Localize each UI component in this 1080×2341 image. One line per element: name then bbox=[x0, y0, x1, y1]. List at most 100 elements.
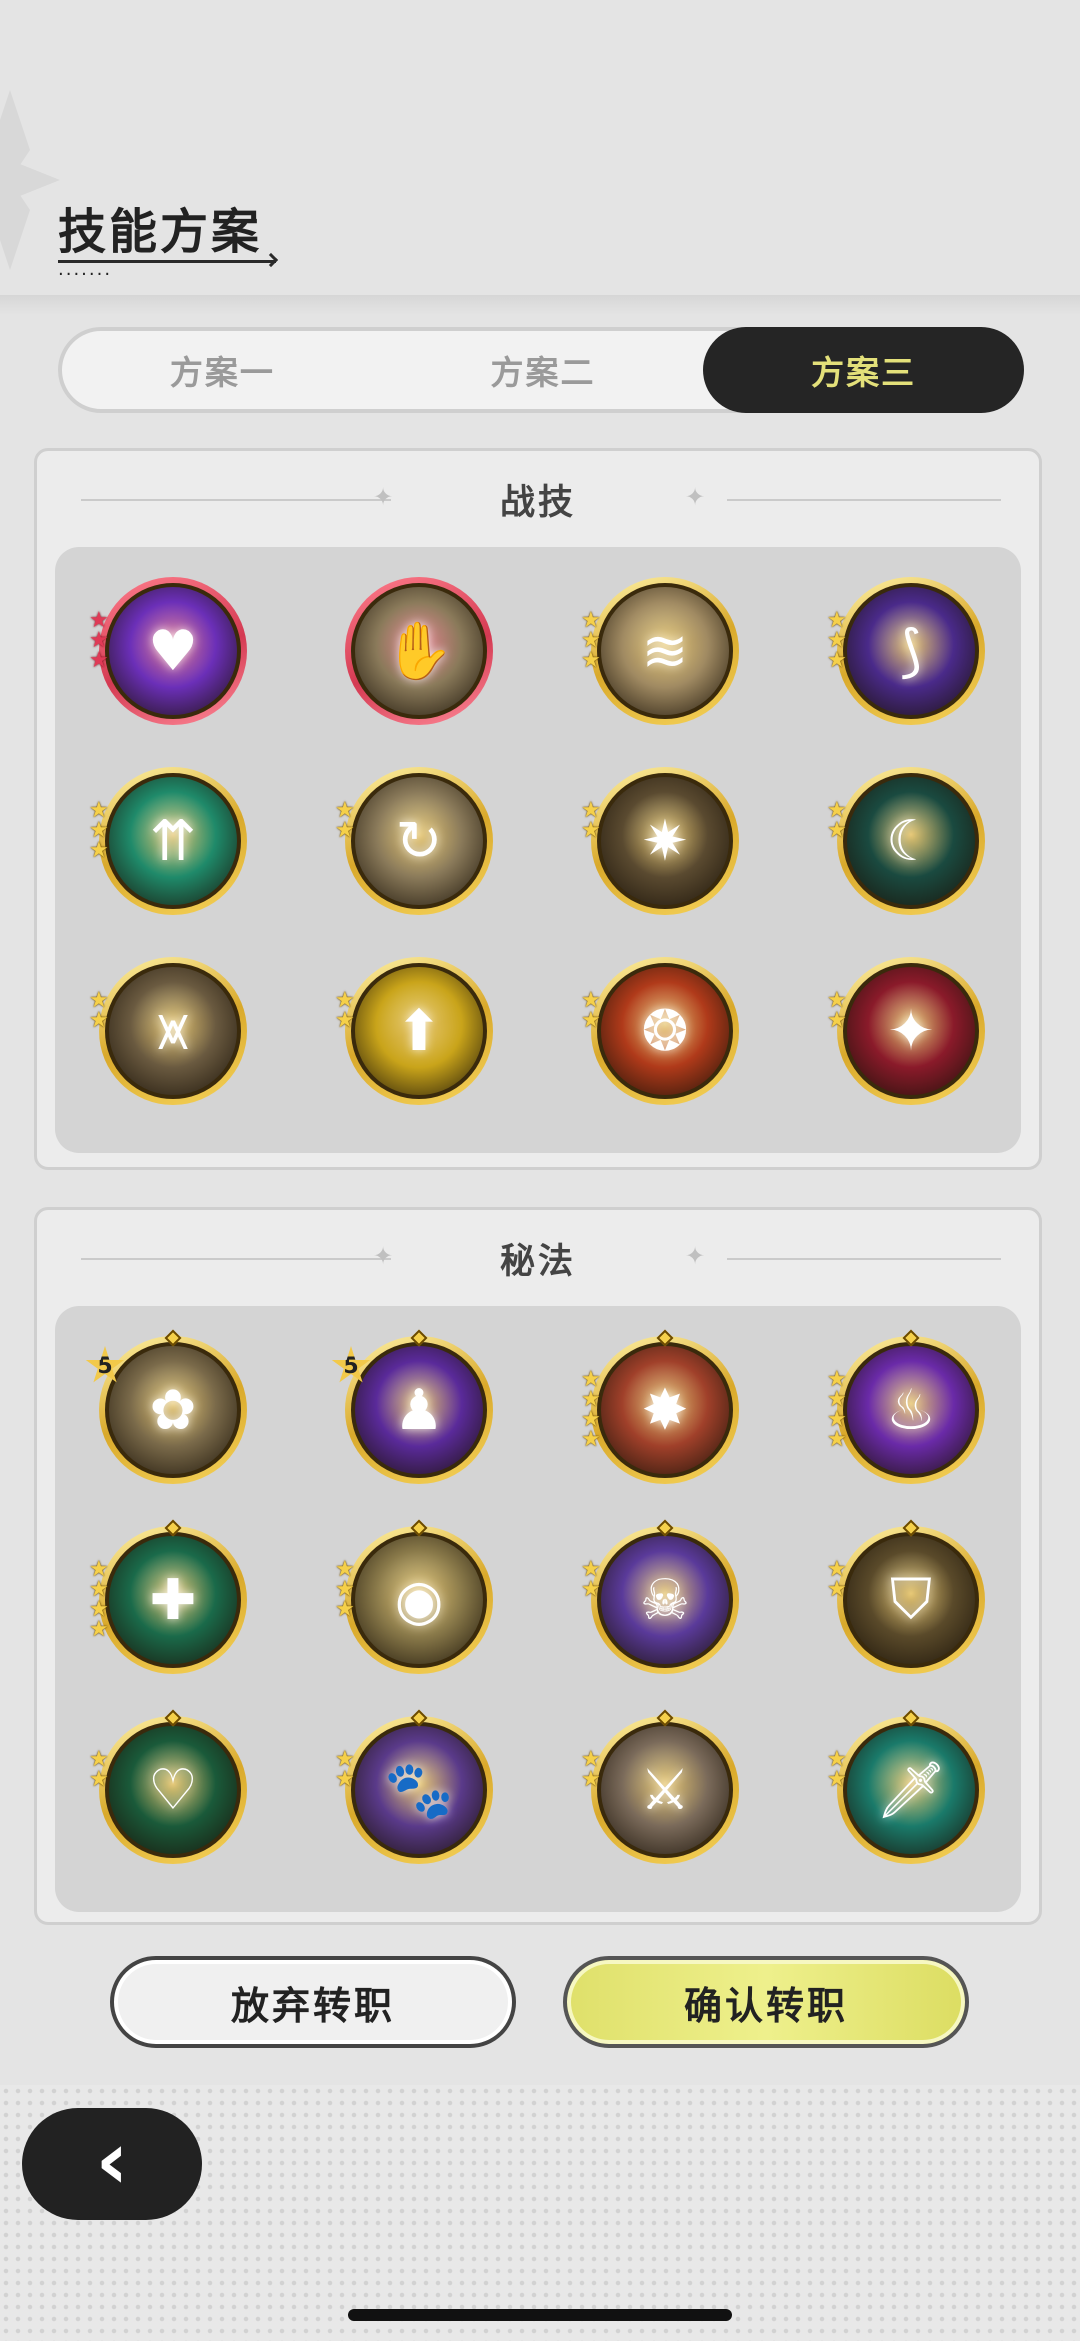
skill-art: ♡ bbox=[105, 1722, 241, 1858]
secret-skill-slot[interactable]: ♡ ★ ★ bbox=[89, 1709, 247, 1864]
skill-frame: ↻ bbox=[345, 767, 493, 915]
skill-star-rating: ★ ★ ★ bbox=[89, 610, 111, 673]
secret-skill-slot[interactable]: ♨ ★ ★ ★ ★ bbox=[827, 1329, 985, 1484]
purple-skull-icon: ☠ bbox=[639, 1567, 691, 1633]
skill-art: 🐾 bbox=[351, 1722, 487, 1858]
divider-line bbox=[727, 499, 1001, 501]
star-icon: ★ bbox=[827, 1577, 847, 1602]
sparkle-icon: ✦ bbox=[373, 483, 394, 511]
skill-art: ☠ bbox=[597, 1532, 733, 1668]
star-icon: ★ bbox=[827, 818, 847, 843]
skill-star-rating: ★ ★ bbox=[827, 800, 849, 843]
combat-skill-slot[interactable]: ⩙ ★ ★ bbox=[89, 957, 247, 1105]
skill-art: ⚔ bbox=[597, 1722, 733, 1858]
light-explosion-icon: ✷ bbox=[641, 808, 689, 874]
combat-skill-slot[interactable]: ✦ ★ ★ bbox=[827, 957, 985, 1105]
skill-frame: ⟆ bbox=[837, 577, 985, 725]
secret-skill-slot[interactable]: ◉ ★ ★ ★ bbox=[335, 1519, 493, 1674]
skill-art: 🗡 bbox=[843, 1722, 979, 1858]
secret-skill-slot[interactable]: ⚔ ★ ★ bbox=[581, 1709, 739, 1864]
purple-aura-figure-icon: ♟ bbox=[393, 1377, 445, 1443]
rage-figure-icon: ✦ bbox=[887, 998, 935, 1064]
combat-skill-slot[interactable]: ⬆ ★ ★ bbox=[335, 957, 493, 1105]
silver-leaf-icon: ✿ bbox=[149, 1377, 197, 1443]
green-arrows-up-icon: ⇈ bbox=[149, 808, 197, 874]
secret-skill-slot[interactable]: 🗡 ★ ★ bbox=[827, 1709, 985, 1864]
skill-star-rating: ★ ★ ★ ★ bbox=[581, 1369, 603, 1452]
combat-skill-slot[interactable]: ✋ bbox=[345, 577, 493, 725]
confirm-class-change-button[interactable]: 确认转职 bbox=[563, 1956, 969, 2048]
secret-skill-slot[interactable]: ✚ ★ ★ ★ ★ bbox=[89, 1519, 247, 1674]
combat-title: 战技 bbox=[499, 482, 576, 523]
skill-star-rating: ★ ★ bbox=[335, 800, 357, 843]
skill-frame: ≋ bbox=[591, 577, 739, 725]
skill-frame: ✚ bbox=[99, 1526, 247, 1674]
skill-art: ⟆ bbox=[843, 583, 979, 719]
combat-skill-slot[interactable]: ❂ ★ ★ bbox=[581, 957, 739, 1105]
skill-art: ♨ bbox=[843, 1342, 979, 1478]
skill-art: ≋ bbox=[597, 583, 733, 719]
secret-skill-slot[interactable]: ✸ ★ ★ ★ ★ bbox=[581, 1329, 739, 1484]
green-slash-icon: ☾ bbox=[885, 808, 937, 874]
combat-skill-slot[interactable]: ✷ ★ ★ bbox=[581, 767, 739, 915]
abandon-class-change-button[interactable]: 放弃转职 bbox=[110, 1956, 516, 2048]
secret-skill-slot[interactable]: ♟ 5 bbox=[331, 1329, 493, 1484]
star-icon: ★ bbox=[89, 1767, 109, 1792]
secret-skill-slot[interactable]: ✿ 5 bbox=[85, 1329, 247, 1484]
secret-skills-panel: ✦ 秘法 ✦ ✿ 5 ♟ 5 ✸ ★ ★ ★ ★ ♨ ★ ★ ★ ★ ✚ ★ ★ ★ ★ ◉ ★ ★ ★ ☠ ★ ★ ⛉ ★ ★ ♡ ★ ★ 🐾… bbox=[34, 1207, 1042, 1925]
secret-skill-slot[interactable]: 🐾 ★ ★ bbox=[335, 1709, 493, 1864]
divider-line bbox=[81, 499, 391, 501]
sparkle-icon: ✦ bbox=[685, 483, 706, 511]
green-sword-icon: 🗡 bbox=[875, 1758, 947, 1823]
combat-skill-slot[interactable]: ⇈ ★ ★ ★ bbox=[89, 767, 247, 915]
skill-star-rating: ★ ★ bbox=[335, 1749, 357, 1791]
back-button[interactable]: ‹ bbox=[22, 2108, 202, 2220]
star-icon: ★ bbox=[89, 648, 109, 673]
star-icon: ★ bbox=[335, 818, 355, 843]
skill-star-rating: ★ ★ bbox=[581, 990, 603, 1033]
skill-art: ❂ bbox=[597, 963, 733, 1099]
purple-beast-icon: 🐾 bbox=[384, 1758, 454, 1823]
star-icon: ★ bbox=[581, 818, 601, 843]
tab-plan-2[interactable]: 方案二 bbox=[383, 331, 704, 409]
tab-plan-1[interactable]: 方案一 bbox=[62, 331, 383, 409]
secret-skill-slot[interactable]: ⛉ ★ ★ bbox=[827, 1519, 985, 1674]
skill-star-rating: ★ ★ bbox=[89, 990, 111, 1032]
star-icon: ★ bbox=[827, 1427, 847, 1452]
skill-art: ✷ bbox=[597, 773, 733, 909]
skill-art: ✦ bbox=[843, 963, 979, 1099]
star-icon: ★ bbox=[89, 838, 109, 863]
combat-skill-slot[interactable]: ♥ ★ ★ ★ bbox=[89, 577, 247, 725]
wind-swirl-icon: ≋ bbox=[641, 618, 689, 684]
skill-star-rating: ★ ★ bbox=[581, 1749, 603, 1791]
green-heart-plus-icon: ♡ bbox=[147, 1757, 199, 1823]
title-underline bbox=[58, 260, 276, 263]
divider-line bbox=[727, 1258, 1001, 1260]
skill-frame: ⩙ bbox=[99, 957, 247, 1105]
skill-star-rating: ★ ★ bbox=[335, 990, 357, 1032]
panel-header: ✦ 战技 ✦ bbox=[37, 451, 1039, 547]
combat-skill-slot[interactable]: ⟆ ★ ★ ★ bbox=[827, 577, 985, 725]
skill-art: ☾ bbox=[843, 773, 979, 909]
skill-art: ✚ bbox=[105, 1532, 241, 1668]
purple-heart-burst-icon: ♥ bbox=[147, 618, 199, 684]
skill-frame: ♨ bbox=[837, 1336, 985, 1484]
star-icon: ★ bbox=[581, 1008, 601, 1033]
skill-frame: ⛉ bbox=[837, 1526, 985, 1674]
purple-fire-icon: ♨ bbox=[885, 1377, 937, 1443]
combat-skill-slot[interactable]: ☾ ★ ★ bbox=[827, 767, 985, 915]
tab-plan-3[interactable]: 方案三 bbox=[703, 327, 1025, 413]
star-icon: ★ bbox=[581, 648, 601, 673]
secret-skill-slot[interactable]: ☠ ★ ★ bbox=[581, 1519, 739, 1674]
skill-star-rating: ★ ★ bbox=[581, 1559, 603, 1601]
page-header: 技能方案 ······· bbox=[58, 192, 279, 284]
star-icon: ★ bbox=[581, 1427, 601, 1452]
green-heal-plus-icon: ✚ bbox=[149, 1567, 197, 1633]
skill-art: ✿ bbox=[105, 1342, 241, 1478]
combat-skill-slot[interactable]: ≋ ★ ★ ★ bbox=[581, 577, 739, 725]
combat-skill-slot[interactable]: ↻ ★ ★ bbox=[335, 767, 493, 915]
skill-frame: ✷ bbox=[591, 767, 739, 915]
skill-art: ◉ bbox=[351, 1532, 487, 1668]
red-strike-icon: ✸ bbox=[641, 1377, 689, 1443]
skill-frame: ◉ bbox=[345, 1526, 493, 1674]
